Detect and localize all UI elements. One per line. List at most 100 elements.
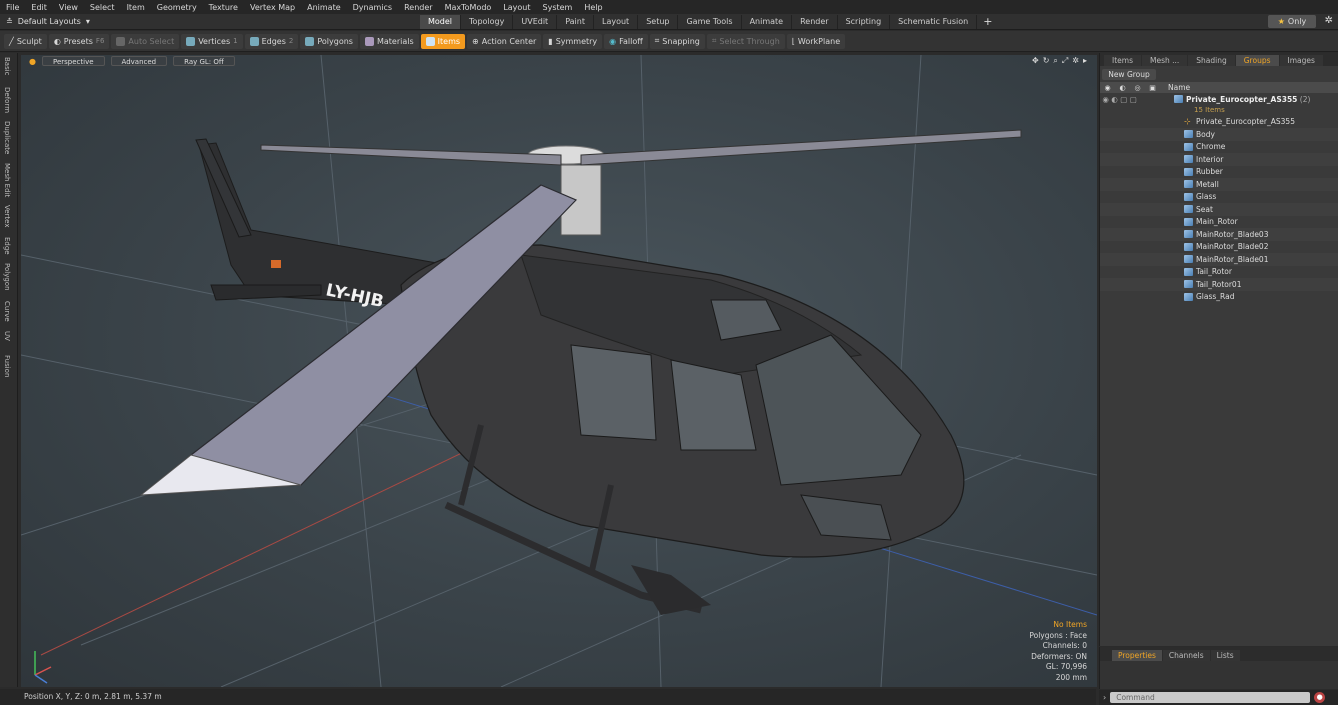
layout-dropdown[interactable]: ≛ Default Layouts ▾	[0, 17, 420, 26]
falloff-button[interactable]: ◉ Falloff	[604, 33, 648, 49]
tab-lists[interactable]: Lists	[1210, 650, 1240, 661]
only-toggle[interactable]: ★ Only	[1268, 15, 1316, 28]
left-tab-edge[interactable]: Edge	[3, 237, 11, 255]
mesh-icon	[1184, 167, 1193, 176]
left-tab-duplicate[interactable]: Duplicate	[3, 121, 11, 154]
tab-images[interactable]: Images	[1279, 55, 1323, 66]
polygons-button[interactable]: Polygons	[300, 33, 358, 49]
left-tab-basic[interactable]: Basic	[3, 57, 11, 76]
tab-scripting[interactable]: Scripting	[838, 14, 891, 29]
rotate-view-icon[interactable]: ↻	[1043, 56, 1050, 66]
tree-row[interactable]: MainRotor_Blade03	[1100, 228, 1338, 241]
sculpt-button[interactable]: ╱ Sculpt	[4, 33, 47, 49]
edges-button[interactable]: Edges 2	[244, 33, 299, 49]
snapping-button[interactable]: ⌗ Snapping	[649, 33, 705, 49]
menu-system[interactable]: System	[537, 3, 579, 12]
tree-row[interactable]: ⊹ Private_Eurocopter_AS355	[1100, 116, 1338, 129]
menu-layout[interactable]: Layout	[497, 3, 536, 12]
tab-render[interactable]: Render	[792, 14, 838, 29]
command-input[interactable]: Command	[1110, 692, 1311, 703]
workplane-button[interactable]: ⌊ WorkPlane	[786, 33, 846, 49]
items-icon	[425, 36, 435, 46]
vertices-button[interactable]: Vertices 1	[181, 33, 243, 49]
tab-schematic-fusion[interactable]: Schematic Fusion	[890, 14, 978, 29]
shading-dropdown[interactable]: Advanced	[110, 56, 168, 66]
menu-item[interactable]: Item	[121, 3, 151, 12]
tree-row[interactable]: MainRotor_Blade02	[1100, 241, 1338, 254]
auto-select-button[interactable]: Auto Select	[111, 33, 180, 49]
viewport-expand-icon[interactable]: ▸	[1083, 56, 1087, 66]
tree-row[interactable]: Chrome	[1100, 141, 1338, 154]
tree-row[interactable]: Glass	[1100, 191, 1338, 204]
menu-animate[interactable]: Animate	[301, 3, 347, 12]
tab-channels[interactable]: Channels	[1162, 650, 1210, 661]
tree-row[interactable]: Main_Rotor	[1100, 216, 1338, 229]
tree-row[interactable]: Interior	[1100, 153, 1338, 166]
move-view-icon[interactable]: ✥	[1032, 56, 1039, 66]
tree-row[interactable]: Metall	[1100, 178, 1338, 191]
tab-properties[interactable]: Properties	[1112, 650, 1162, 661]
menu-texture[interactable]: Texture	[203, 3, 244, 12]
root-visibility-icons[interactable]: ◉ ◐ ▢ ▢	[1100, 95, 1160, 104]
select-through-button[interactable]: ⌗ Select Through	[706, 33, 785, 49]
tab-uvedit[interactable]: UVEdit	[513, 14, 558, 29]
menu-edit[interactable]: Edit	[25, 3, 53, 12]
menu-geometry[interactable]: Geometry	[151, 3, 203, 12]
menu-file[interactable]: File	[0, 3, 25, 12]
tab-paint[interactable]: Paint	[557, 14, 594, 29]
items-button[interactable]: Items	[420, 33, 466, 49]
viewport-settings-icon[interactable]: ✲	[1072, 56, 1079, 66]
tree-row[interactable]: Tail_Rotor	[1100, 266, 1338, 279]
visibility-column-icon[interactable]: ◉	[1100, 84, 1115, 92]
tree-row[interactable]: Tail_Rotor01	[1100, 278, 1338, 291]
left-tab-polygon[interactable]: Polygon	[3, 263, 11, 291]
menu-dynamics[interactable]: Dynamics	[347, 3, 398, 12]
menu-vertex-map[interactable]: Vertex Map	[244, 3, 301, 12]
zoom-view-icon[interactable]: ⌕	[1053, 56, 1057, 66]
tree-row[interactable]: Rubber	[1100, 166, 1338, 179]
menu-render[interactable]: Render	[398, 3, 438, 12]
materials-button[interactable]: Materials	[359, 33, 419, 49]
new-group-button[interactable]: New Group	[1102, 69, 1156, 80]
left-tab-fusion[interactable]: Fusion	[3, 355, 11, 377]
gear-icon[interactable]: ✲	[1325, 15, 1333, 26]
left-tab-curve[interactable]: Curve	[3, 301, 11, 322]
symmetry-button[interactable]: ▮ Symmetry	[543, 33, 603, 49]
lock-column-icon[interactable]: ◎	[1130, 84, 1145, 92]
tab-setup[interactable]: Setup	[638, 14, 679, 29]
tab-shading[interactable]: Shading	[1188, 55, 1235, 66]
tree-row[interactable]: Body	[1100, 128, 1338, 141]
tree-row[interactable]: Glass_Rad	[1100, 291, 1338, 304]
view-type-dropdown[interactable]: Perspective	[41, 56, 105, 66]
raygl-toggle[interactable]: Ray GL: Off	[173, 56, 235, 66]
tab-animate[interactable]: Animate	[742, 14, 793, 29]
presets-button[interactable]: ◐ Presets F6	[48, 33, 110, 49]
menu-help[interactable]: Help	[578, 3, 608, 12]
tab-model[interactable]: Model	[420, 14, 462, 29]
action-center-button[interactable]: ⊕ Action Center	[467, 33, 542, 49]
tab-topology[interactable]: Topology	[461, 14, 514, 29]
select-column-icon[interactable]: ▣	[1145, 84, 1160, 92]
left-tab-vertex[interactable]: Vertex	[3, 205, 11, 228]
stop-icon[interactable]: ●	[1314, 692, 1326, 703]
menu-maxtomodo[interactable]: MaxToModo	[439, 3, 498, 12]
tab-mesh[interactable]: Mesh ...	[1141, 55, 1188, 66]
viewport-menu-icon[interactable]: ●	[29, 57, 36, 66]
menu-view[interactable]: View	[53, 3, 84, 12]
tab-groups[interactable]: Groups	[1235, 55, 1279, 66]
tab-game-tools[interactable]: Game Tools	[678, 14, 742, 29]
tab-items[interactable]: Items	[1104, 55, 1141, 66]
tree-item-label: MainRotor_Blade03	[1196, 229, 1269, 239]
render-column-icon[interactable]: ◐	[1115, 84, 1130, 92]
add-tab-icon[interactable]: +	[977, 15, 998, 28]
tab-layout[interactable]: Layout	[594, 14, 639, 29]
3d-viewport[interactable]: LY-HJB ● Perspective Advanced Ray GL: Of…	[21, 55, 1097, 687]
left-tab-deform[interactable]: Deform	[3, 87, 11, 113]
menu-select[interactable]: Select	[84, 3, 121, 12]
left-tab-uv[interactable]: UV	[3, 331, 11, 341]
tree-row[interactable]: Seat	[1100, 203, 1338, 216]
fit-view-icon[interactable]: ⤢	[1062, 56, 1068, 66]
left-tab-mesh-edit[interactable]: Mesh Edit	[3, 163, 11, 197]
group-root-row[interactable]: ◉ ◐ ▢ ▢ Private_Eurocopter_AS355 (2)	[1100, 93, 1338, 106]
tree-row[interactable]: MainRotor_Blade01	[1100, 253, 1338, 266]
